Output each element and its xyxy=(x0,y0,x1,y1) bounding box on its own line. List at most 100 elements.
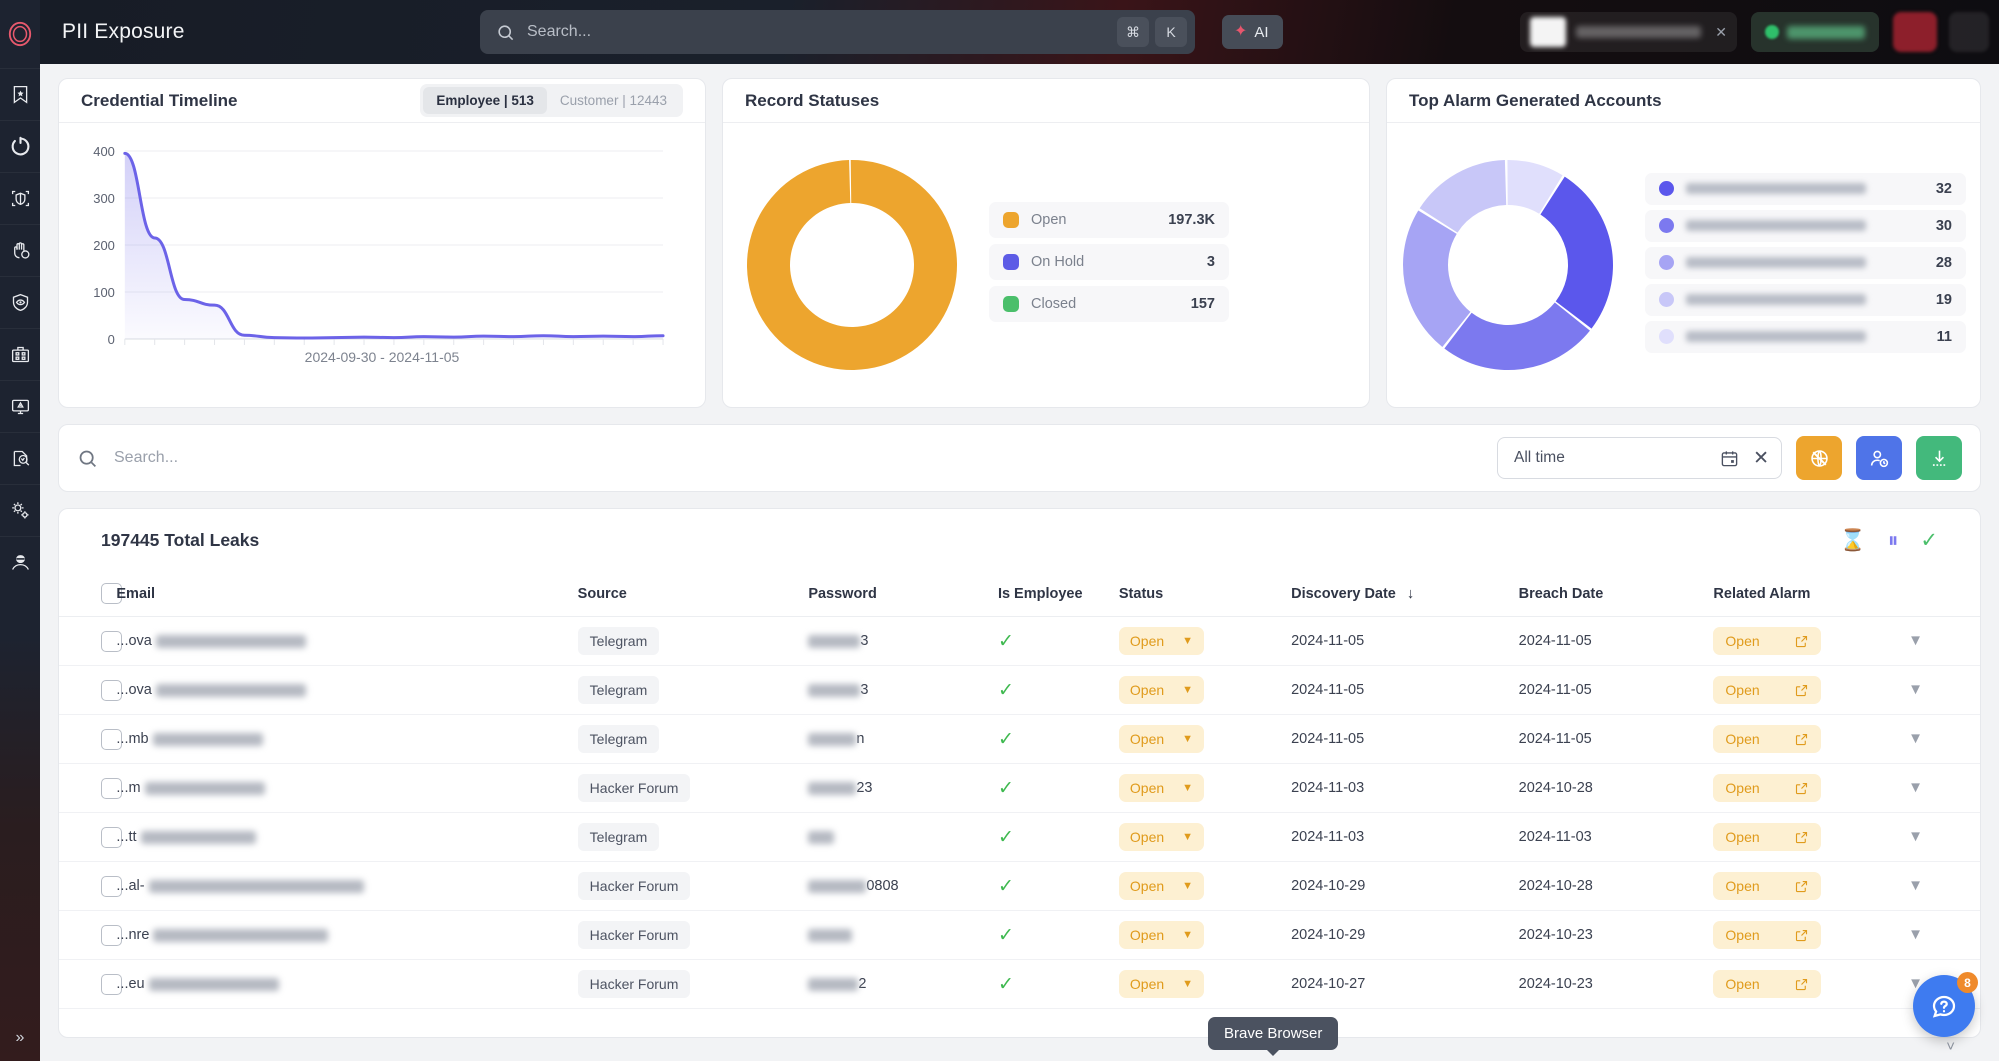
sidebar-item-threat-actor[interactable] xyxy=(0,536,40,588)
column-source[interactable]: Source xyxy=(577,571,809,617)
top-alarm-account-row[interactable]: 19 xyxy=(1645,283,1966,316)
source-tag: Telegram xyxy=(577,676,660,704)
related-alarm-link[interactable]: Open xyxy=(1713,627,1821,655)
email-prefix: ...m xyxy=(116,780,141,796)
column-status[interactable]: Status xyxy=(1118,571,1292,617)
row-select-cell xyxy=(59,714,122,764)
related-alarm-link[interactable]: Open xyxy=(1713,970,1821,998)
sidebar-item-refresh[interactable] xyxy=(0,120,40,172)
pause-icon[interactable]: ⏸ xyxy=(1888,530,1899,551)
related-alarm-value: Open xyxy=(1725,878,1760,894)
table-row[interactable]: ...ova Telegram 3 ✓ Open ▼ 2024-11-05 20… xyxy=(59,665,1980,715)
table-row[interactable]: ...al- Hacker Forum 0808 ✓ Open ▼ 2024-1… xyxy=(59,861,1980,911)
tab-employee[interactable]: Employee | 513 xyxy=(423,87,547,114)
chat-fab[interactable]: 8 xyxy=(1913,972,1978,1037)
app-logo[interactable] xyxy=(0,0,40,68)
status-dropdown[interactable]: Open ▼ xyxy=(1118,725,1205,753)
top-alarm-account-row[interactable]: 30 xyxy=(1645,209,1966,242)
top-alarm-account-row[interactable]: 11 xyxy=(1645,320,1966,353)
globe-off-icon xyxy=(1810,449,1828,467)
table-search[interactable] xyxy=(77,448,1497,469)
related-alarm-link[interactable]: Open xyxy=(1713,921,1821,949)
status-dropdown[interactable]: Open ▼ xyxy=(1118,970,1205,998)
tab-customer[interactable]: Customer | 12443 xyxy=(547,87,680,114)
expand-row-icon[interactable]: ▼ xyxy=(1908,828,1923,845)
related-alarm-value: Open xyxy=(1725,976,1760,992)
chat-collapse-icon[interactable]: ˅ xyxy=(1946,1038,1955,1055)
cell-password: 3 xyxy=(808,616,998,666)
column-discovery-date[interactable]: Discovery Date ↓ xyxy=(1291,571,1519,617)
sidebar-item-shield-scan[interactable] xyxy=(0,172,40,224)
cell-related-alarm: Open xyxy=(1713,959,1909,1009)
expand-row-icon[interactable]: ▼ xyxy=(1908,730,1923,747)
calendar-icon[interactable] xyxy=(1720,449,1739,468)
sidebar-collapse-toggle[interactable]: » xyxy=(0,1029,40,1047)
alert-button[interactable] xyxy=(1893,12,1937,52)
sidebar-item-investigation[interactable] xyxy=(0,432,40,484)
related-alarm-link[interactable]: Open xyxy=(1713,676,1821,704)
sidebar-item-protection[interactable] xyxy=(0,224,40,276)
column-related-alarm[interactable]: Related Alarm xyxy=(1713,571,1909,617)
table-row[interactable]: ...mb Telegram n ✓ Open ▼ 2024-11-05 202… xyxy=(59,714,1980,764)
sidebar-item-incidents[interactable] xyxy=(0,380,40,432)
expand-row-icon[interactable]: ▼ xyxy=(1908,681,1923,698)
hand-shield-icon xyxy=(13,242,29,259)
table-row[interactable]: ...eu Hacker Forum 2 ✓ Open ▼ 2024-10-27… xyxy=(59,959,1980,1009)
related-alarm-link[interactable]: Open xyxy=(1713,774,1821,802)
sidebar-item-organization[interactable] xyxy=(0,328,40,380)
table-row[interactable]: ...nre Hacker Forum ✓ Open ▼ 2024-10-29 … xyxy=(59,910,1980,960)
status-dropdown[interactable]: Open ▼ xyxy=(1118,921,1205,949)
assign-user-button[interactable] xyxy=(1856,436,1902,480)
column-is-employee[interactable]: Is Employee xyxy=(997,571,1119,617)
table-row[interactable]: ...tt Telegram ✓ Open ▼ 2024-11-03 2024-… xyxy=(59,812,1980,862)
top-alarm-account-row[interactable]: 32 xyxy=(1645,172,1966,205)
cell-password: 2 xyxy=(808,959,998,1009)
clear-date-range-icon[interactable]: ✕ xyxy=(1753,449,1769,468)
status-dropdown[interactable]: Open ▼ xyxy=(1118,774,1205,802)
status-badge[interactable] xyxy=(1751,12,1879,52)
check-icon[interactable]: ✓ xyxy=(1920,530,1938,551)
related-alarm-link[interactable]: Open xyxy=(1713,725,1821,753)
top-alarm-account-row[interactable]: 28 xyxy=(1645,246,1966,279)
expand-row-icon[interactable]: ▼ xyxy=(1908,877,1923,894)
refresh-circle-icon xyxy=(11,136,29,156)
column-email[interactable]: Email xyxy=(116,571,578,617)
expand-row-icon[interactable]: ▼ xyxy=(1908,926,1923,943)
expand-row-icon[interactable]: ▼ xyxy=(1908,779,1923,796)
sidebar-item-bookmarks[interactable] xyxy=(0,68,40,120)
table-search-input[interactable] xyxy=(114,449,514,467)
sidebar-item-monitoring[interactable] xyxy=(0,276,40,328)
global-search-input[interactable] xyxy=(527,23,1111,41)
expand-row-icon[interactable]: ▼ xyxy=(1908,632,1923,649)
cell-source: Hacker Forum xyxy=(577,959,809,1009)
menu-button[interactable] xyxy=(1949,12,1989,52)
date-range-picker[interactable]: All time ✕ xyxy=(1497,437,1782,479)
legend-item[interactable]: On Hold 3 xyxy=(989,244,1229,280)
status-dropdown[interactable]: Open ▼ xyxy=(1118,676,1205,704)
table-row[interactable]: ...m Hacker Forum 23 ✓ Open ▼ 2024-11-03… xyxy=(59,763,1980,813)
top-alarm-accounts-title: Top Alarm Generated Accounts xyxy=(1409,90,1662,110)
column-password[interactable]: Password xyxy=(808,571,998,617)
sidebar-item-settings[interactable] xyxy=(0,484,40,536)
ai-button[interactable]: ✦ AI xyxy=(1222,15,1283,49)
column-breach-date[interactable]: Breach Date xyxy=(1518,571,1714,617)
status-dropdown[interactable]: Open ▼ xyxy=(1118,627,1205,655)
global-search[interactable]: ⌘ K xyxy=(480,10,1195,54)
account-alarm-count: 28 xyxy=(1935,254,1952,271)
topbar-right: ✕ xyxy=(1520,0,1999,64)
legend-item[interactable]: Open 197.3K xyxy=(989,202,1229,238)
status-dropdown[interactable]: Open ▼ xyxy=(1118,872,1205,900)
related-alarm-link[interactable]: Open xyxy=(1713,823,1821,851)
export-button[interactable] xyxy=(1916,436,1962,480)
close-icon[interactable]: ✕ xyxy=(1715,24,1727,41)
cell-breach-date: 2024-10-28 xyxy=(1518,861,1714,911)
chevron-down-icon: ▼ xyxy=(1182,635,1194,647)
globe-off-button[interactable] xyxy=(1796,436,1842,480)
legend-item[interactable]: Closed 157 xyxy=(989,286,1229,322)
status-dropdown[interactable]: Open ▼ xyxy=(1118,823,1205,851)
building-icon xyxy=(11,346,29,363)
table-row[interactable]: ...ova Telegram 3 ✓ Open ▼ 2024-11-05 20… xyxy=(59,616,1980,666)
hourglass-icon[interactable]: ⌛ xyxy=(1840,530,1866,551)
account-chip[interactable]: ✕ xyxy=(1520,12,1737,52)
related-alarm-link[interactable]: Open xyxy=(1713,872,1821,900)
